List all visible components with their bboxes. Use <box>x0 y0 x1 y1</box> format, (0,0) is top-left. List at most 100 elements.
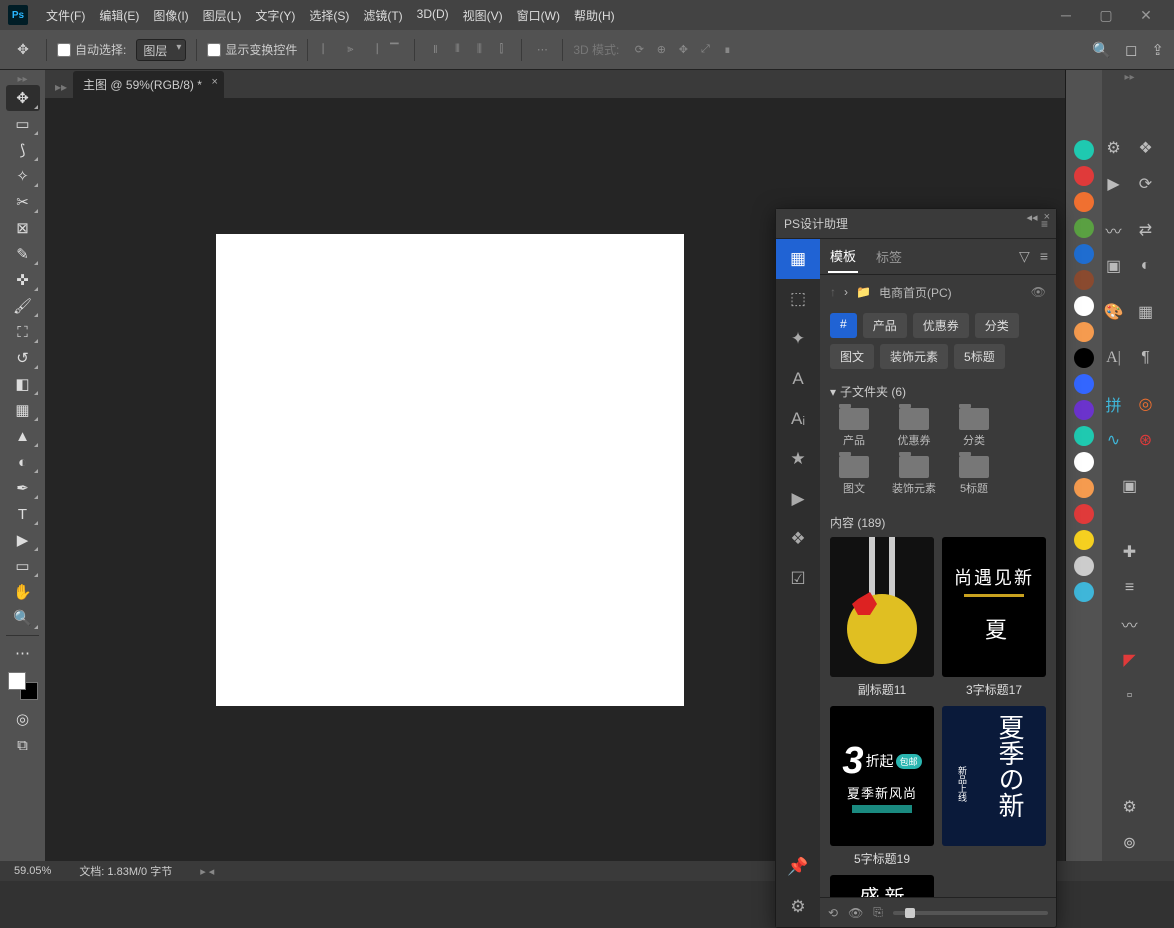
color-swatch[interactable] <box>1074 530 1094 550</box>
clone-panel-icon[interactable]: 拼 <box>1104 394 1124 414</box>
hand-tool[interactable]: ✋ <box>6 579 40 605</box>
3d-orbit-icon[interactable]: ⟳ <box>629 40 649 60</box>
rectangle-tool[interactable]: ▭ <box>6 553 40 579</box>
zoom-tool[interactable]: 🔍 <box>6 605 40 631</box>
filter-tag[interactable]: 图文 <box>830 344 874 369</box>
menu-item[interactable]: 视图(V) <box>457 3 509 28</box>
breadcrumb-label[interactable]: 电商首页(PC) <box>879 284 952 301</box>
magic-wand-tool[interactable]: ✧ <box>6 163 40 189</box>
filter-tag[interactable]: 5标题 <box>954 344 1005 369</box>
grid-icon[interactable]: ▦ <box>1136 302 1156 322</box>
menu-item[interactable]: 帮助(H) <box>568 3 621 28</box>
color-swatch[interactable] <box>1074 582 1094 602</box>
path-selection-tool[interactable]: ▶ <box>6 527 40 553</box>
thumb-item[interactable]: 副标题11 <box>830 537 934 698</box>
color-swatch[interactable] <box>1074 244 1094 264</box>
color-swatch[interactable] <box>1074 270 1094 290</box>
folder-item[interactable]: 图文 <box>832 456 876 496</box>
crop-tool[interactable]: ✂ <box>6 189 40 215</box>
tab-template[interactable]: 模板 <box>828 240 858 273</box>
filter-icon[interactable]: ▽ <box>1019 248 1030 265</box>
minimize-button[interactable]: ─ <box>1046 3 1086 27</box>
screen-mode-icon[interactable]: ◻ <box>1125 41 1137 59</box>
new-icon[interactable]: ⎘ <box>873 905 883 920</box>
3d-pan-icon[interactable]: ✥ <box>673 40 693 60</box>
folder-item[interactable]: 优惠券 <box>892 408 936 448</box>
align-left-icon[interactable]: ⎸ <box>318 40 338 60</box>
foreground-background-colors[interactable] <box>8 672 38 700</box>
filter-tag[interactable]: 分类 <box>975 313 1019 338</box>
show-transform-checkbox[interactable]: 显示变换控件 <box>207 41 297 58</box>
color-swatch[interactable] <box>1074 166 1094 186</box>
subfolders-header[interactable]: ▾ 子文件夹 (6) <box>820 373 1056 406</box>
tab-tags[interactable]: 标签 <box>874 241 904 272</box>
menu-item[interactable]: 选择(S) <box>303 3 355 28</box>
sidebar-layers-icon[interactable]: ❖ <box>776 519 820 559</box>
color-swatch[interactable] <box>1074 452 1094 472</box>
zoom-level[interactable]: 59.05% <box>14 865 51 877</box>
menu-item[interactable]: 图像(I) <box>147 3 194 28</box>
swap-icon[interactable]: ⟳ <box>1136 174 1156 194</box>
canvas-viewport[interactable]: ◂◂ × PS设计助理 ≡ ▦ ⬚ ✦ A Aᵢ ★ ▶ <box>45 98 1065 861</box>
auto-select-input[interactable] <box>57 43 71 57</box>
brush-tool[interactable]: 🖌 <box>6 293 40 319</box>
align-right-icon[interactable]: ⎹ <box>362 40 382 60</box>
sidebar-images-icon[interactable]: ⬚ <box>776 279 820 319</box>
color-swatch[interactable] <box>1074 140 1094 160</box>
color-swatch[interactable] <box>1074 192 1094 212</box>
search-icon[interactable]: 🔍 <box>1092 41 1111 59</box>
palette-icon[interactable]: 🎨 <box>1104 302 1124 322</box>
distribute-4-icon[interactable]: ⫿ <box>491 40 511 60</box>
blur-tool[interactable]: ▲ <box>6 423 40 449</box>
eyedropper-tool[interactable]: ✎ <box>6 241 40 267</box>
document-canvas[interactable] <box>216 234 684 706</box>
eraser-tool[interactable]: ◧ <box>6 371 40 397</box>
refresh-icon[interactable]: ⟲ <box>828 906 838 920</box>
distribute-1-icon[interactable]: ‖ <box>425 40 445 60</box>
align-top-icon[interactable]: ▔ <box>384 40 404 60</box>
layers-icon[interactable]: ❖ <box>1136 138 1156 158</box>
distribute-3-icon[interactable]: ⫼ <box>469 40 489 60</box>
folder-item[interactable]: 分类 <box>952 408 996 448</box>
frame-tool[interactable]: ⊠ <box>6 215 40 241</box>
sidebar-check-icon[interactable]: ☑ <box>776 559 820 599</box>
sidebar-favorites-icon[interactable]: ★ <box>776 439 820 479</box>
quick-mask-icon[interactable]: ◎ <box>6 706 40 732</box>
panel-collapse-icon[interactable]: ◂◂ <box>1027 211 1038 229</box>
document-tab[interactable]: 主图 @ 59%(RGB/8) * × <box>73 71 224 98</box>
close-tab-icon[interactable]: × <box>212 76 218 88</box>
curves-icon[interactable]: 〰 <box>1120 614 1140 634</box>
filter-tag[interactable]: # <box>830 313 857 338</box>
type-tool[interactable]: T <box>6 501 40 527</box>
nav-up-icon[interactable]: ↑ <box>830 285 836 299</box>
color-swatch[interactable] <box>1074 478 1094 498</box>
sidebar-font-icon[interactable]: Aᵢ <box>776 399 820 439</box>
auto-select-dropdown[interactable]: 图层 <box>136 39 186 61</box>
lasso-tool[interactable]: ⟆ <box>6 137 40 163</box>
distribute-2-icon[interactable]: ⫴ <box>447 40 467 60</box>
neg-icon[interactable]: ◤ <box>1120 650 1140 670</box>
3d-camera-icon[interactable]: ∎ <box>717 40 737 60</box>
menu-item[interactable]: 文字(Y) <box>249 3 301 28</box>
bug-icon[interactable]: ∿ <box>1104 430 1124 450</box>
contrast-icon[interactable]: ◐ <box>1136 256 1156 276</box>
flow-icon[interactable]: ⇄ <box>1136 220 1156 240</box>
thumb-item[interactable]: 盛 新 <box>830 875 934 897</box>
money-icon[interactable]: ⊛ <box>1136 430 1156 450</box>
dodge-tool[interactable]: ◐ <box>6 449 40 475</box>
healing-brush-tool[interactable]: ✜ <box>6 267 40 293</box>
history-brush-tool[interactable]: ↺ <box>6 345 40 371</box>
edit-toolbar-icon[interactable]: ⋯ <box>6 640 40 666</box>
sidebar-settings-icon[interactable]: ⚙ <box>776 887 820 927</box>
thumb-item[interactable]: 3折起包邮 夏季新风尚 5字标题19 <box>830 706 934 867</box>
marquee-tool[interactable]: ▭ <box>6 111 40 137</box>
filter-tag[interactable]: 产品 <box>863 313 907 338</box>
color-swatch[interactable] <box>1074 400 1094 420</box>
cube-icon[interactable]: ▣ <box>1104 256 1124 276</box>
filter-tag[interactable]: 装饰元素 <box>880 344 948 369</box>
doc-info[interactable]: 文档: 1.83M/0 字节 <box>79 863 172 879</box>
folder-item[interactable]: 5标题 <box>952 456 996 496</box>
gradient-tool[interactable]: ▦ <box>6 397 40 423</box>
color-swatch[interactable] <box>1074 322 1094 342</box>
folder-item[interactable]: 产品 <box>832 408 876 448</box>
